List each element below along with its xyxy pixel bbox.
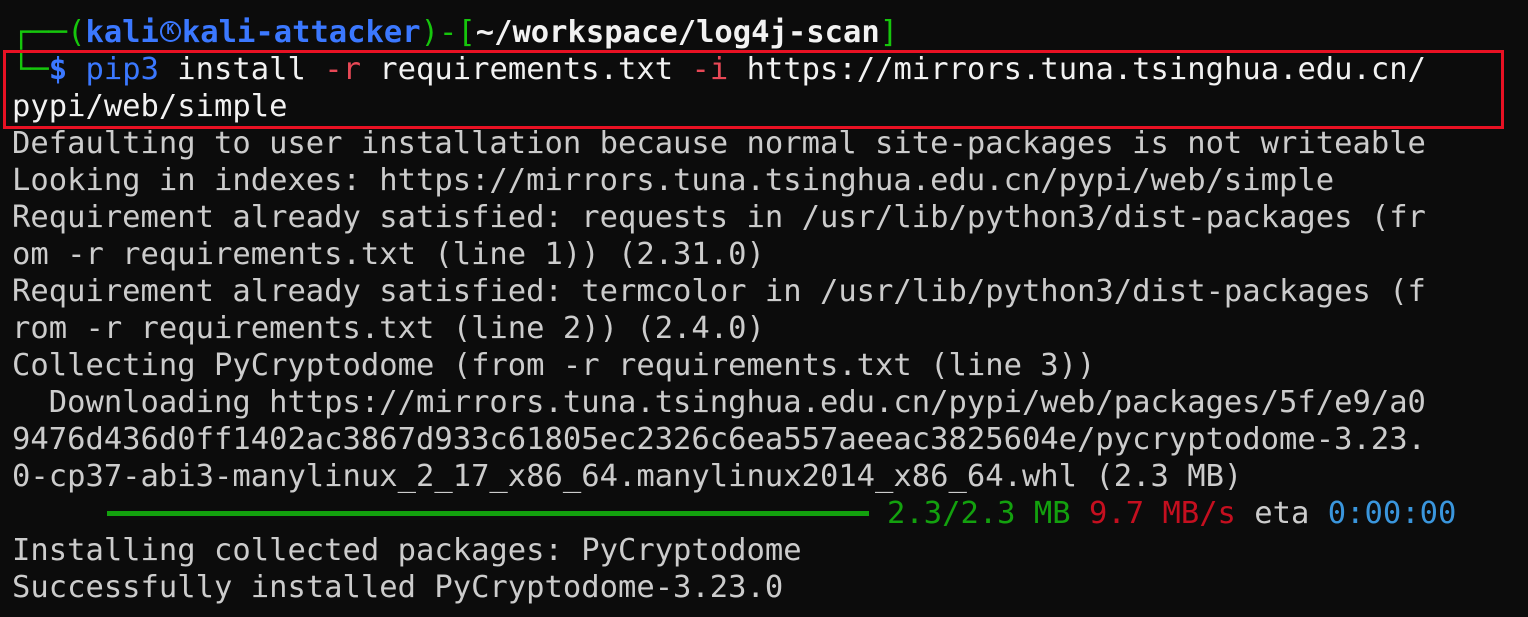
progress-eta-label: eta <box>1254 496 1310 531</box>
output-line: rom -r requirements.txt (line 2)) (2.4.0… <box>12 311 765 346</box>
download-progress-bar <box>107 511 869 516</box>
prompt-corner-bottom: └─ <box>12 52 49 87</box>
output-line: om -r requirements.txt (line 1)) (2.31.0… <box>12 237 765 272</box>
download-progress-line: 2.3/2.3 MB 9.7 MB/s eta 0:00:00 <box>12 495 1522 532</box>
prompt-close-bracket: ] <box>879 15 899 50</box>
output-line: Installing collected packages: PyCryptod… <box>12 533 802 568</box>
command-binary: pip3 <box>85 52 159 87</box>
command-flag-i: -i <box>691 52 729 87</box>
command-url-part2: pypi/web/simple <box>12 89 288 124</box>
command-arg-install: install <box>158 52 325 87</box>
terminal-window[interactable]: ┌──(kali Kkali-attacker)-[~/workspace/log… <box>12 14 1522 606</box>
progress-speed: 9.7 MB/s <box>1089 496 1236 531</box>
prompt-cwd: ~/workspace/log4j-scan <box>475 15 880 50</box>
output-line: Downloading https://mirrors.tuna.tsinghu… <box>12 385 1426 420</box>
command-url-part1: https://mirrors.tuna.tsinghua.edu.cn/ <box>728 52 1426 87</box>
output-line: Looking in indexes: https://mirrors.tuna… <box>12 163 1335 198</box>
command-line[interactable]: └─$ pip3 install -r requirements.txt -i … <box>12 51 1522 88</box>
output-line: 0-cp37-abi3-manylinux_2_17_x86_64.manyli… <box>12 459 1243 494</box>
prompt-user: kali <box>85 15 159 50</box>
output-line: Defaulting to user installation because … <box>12 126 1426 161</box>
output-line: Successfully installed PyCryptodome-3.23… <box>12 570 784 605</box>
kali-logo-icon: K <box>159 21 181 42</box>
prompt-host: kali-attacker <box>181 15 421 50</box>
command-flag-r: -r <box>324 52 361 87</box>
command-line-wrap[interactable]: pypi/web/simple <box>12 88 1522 125</box>
output-line: Requirement already satisfied: requests … <box>12 200 1426 235</box>
output-line: Requirement already satisfied: termcolor… <box>12 274 1426 309</box>
progress-eta: 0:00:00 <box>1327 496 1457 531</box>
prompt-corner-top: ┌──( <box>12 15 86 50</box>
prompt-dollar: $ <box>48 52 68 87</box>
progress-size: 2.3/2.3 MB <box>887 496 1071 531</box>
command-arg-requirements: requirements.txt <box>360 52 692 87</box>
prompt-line: ┌──(kali Kkali-attacker)-[~/workspace/log… <box>12 14 1522 51</box>
output-line: 9476d436d0ff1402ac3867d933c61805ec2326c6… <box>12 422 1426 457</box>
prompt-separator: )-[ <box>420 15 476 50</box>
output-line: Collecting PyCryptodome (from -r require… <box>12 348 1096 383</box>
